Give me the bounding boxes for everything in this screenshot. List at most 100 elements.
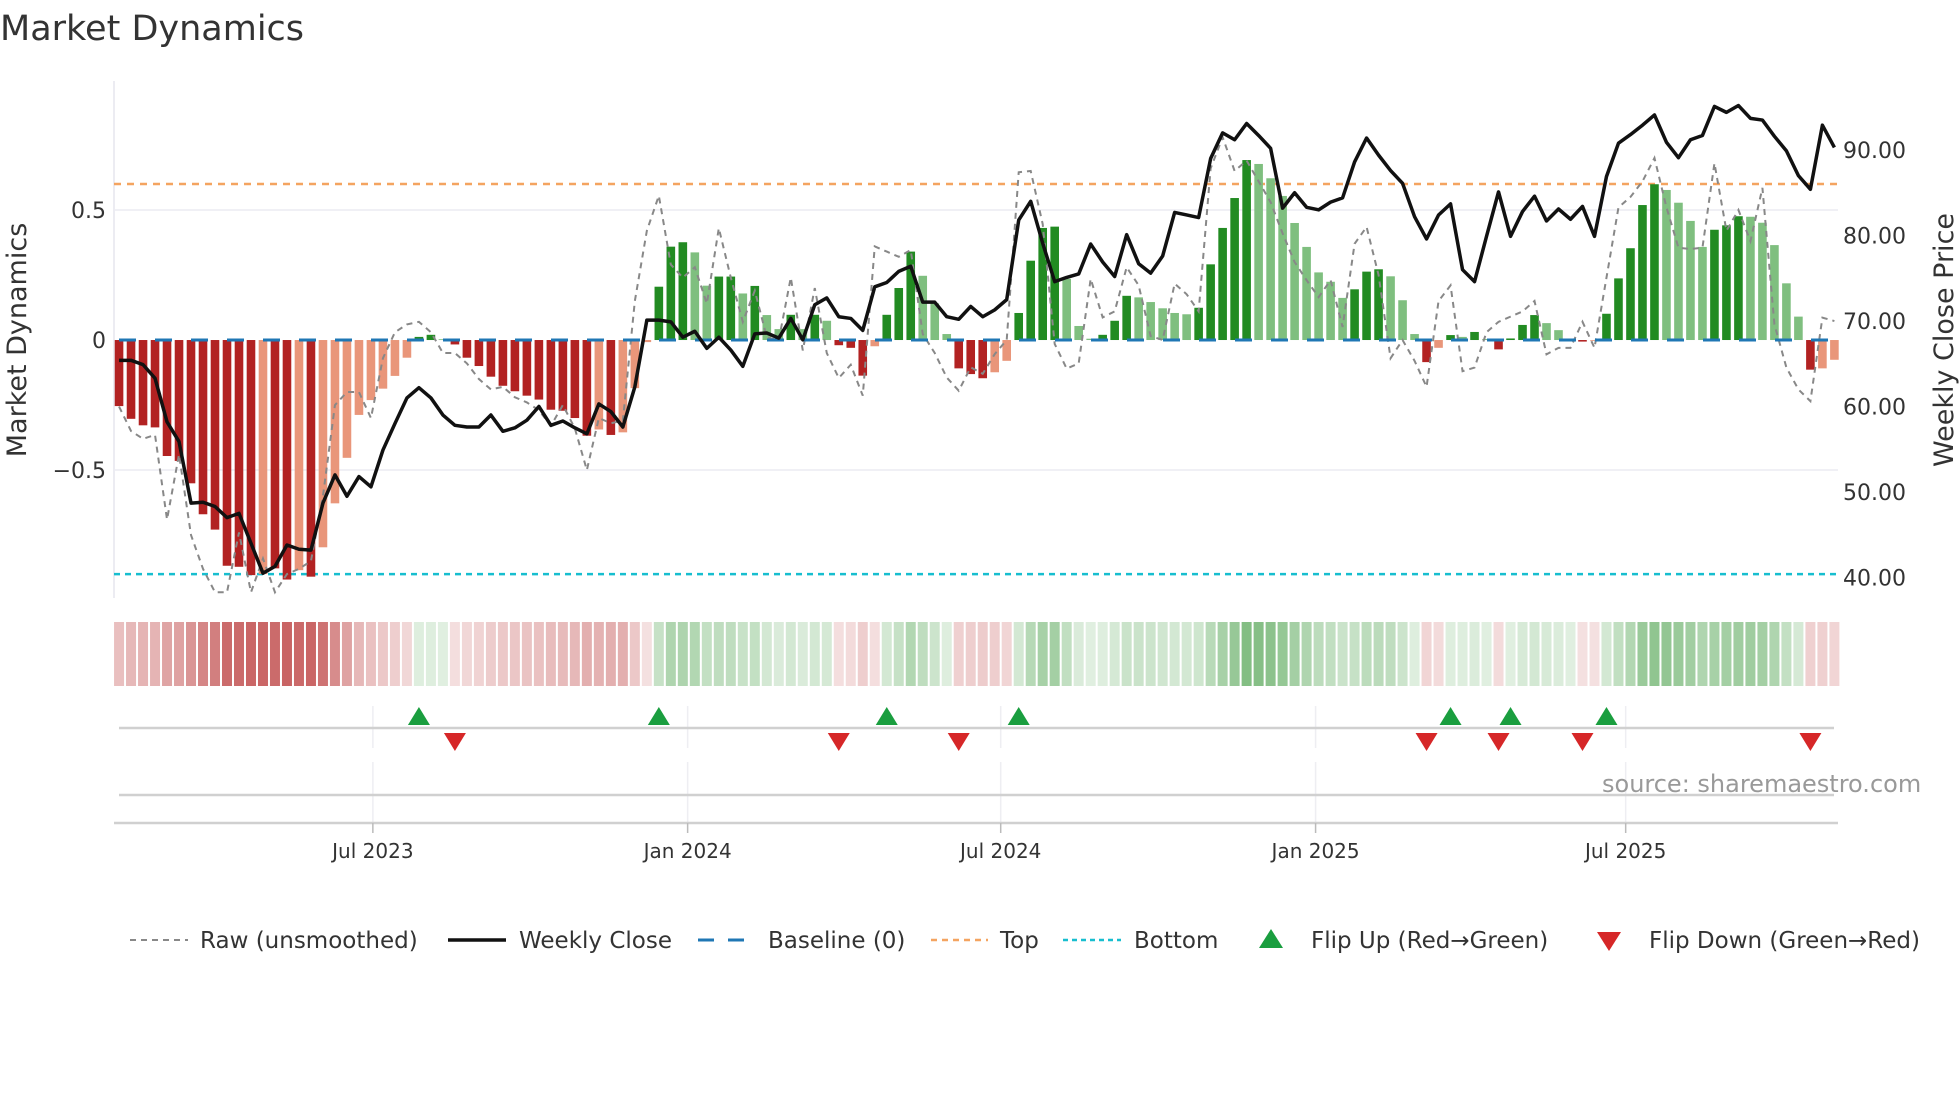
strip-cell [389, 622, 400, 686]
flip-down-marker [443, 733, 466, 751]
strip-cell [605, 622, 616, 686]
strip-cell [377, 622, 388, 686]
strip-cell [1589, 622, 1600, 686]
strip-cell [593, 622, 604, 686]
strip-cell [1289, 622, 1300, 686]
flip-up-marker [647, 707, 670, 725]
legend-item-close: Weekly Close [448, 928, 672, 954]
strip-cell [186, 622, 197, 686]
strip-cell [329, 622, 340, 686]
strip-cell [233, 622, 244, 686]
strip-cell [1817, 622, 1828, 686]
strip-cell [1661, 622, 1672, 686]
legend-label: Weekly Close [519, 928, 672, 954]
raw-series-line [118, 134, 1835, 597]
flip-down-marker [1799, 733, 1822, 751]
bar [1350, 289, 1359, 341]
strip-cell [557, 622, 568, 686]
bar [1314, 272, 1323, 341]
flip-up-marker [1499, 707, 1522, 725]
strip-cell [1577, 622, 1588, 686]
bar [522, 340, 532, 396]
strip-cell [1313, 622, 1324, 686]
strip-cell [1697, 622, 1708, 686]
strip-cell [737, 622, 748, 686]
strip-cell [1373, 622, 1384, 686]
x-tick-label: Jul 2025 [1583, 839, 1666, 863]
strip-cell [221, 622, 232, 686]
strip-cell [833, 622, 844, 686]
bar [930, 303, 940, 341]
strip-cell [569, 622, 580, 686]
bar [1578, 340, 1587, 342]
strip-cell [245, 622, 256, 686]
flip-down-marker [1487, 733, 1510, 751]
strip-cell [1541, 622, 1552, 686]
series-lines [118, 103, 1836, 597]
bar [1434, 340, 1443, 348]
strip-cell [1745, 622, 1756, 686]
bar [378, 340, 388, 389]
bar [1710, 229, 1719, 341]
legend-label: Top [999, 928, 1039, 954]
strip-cell [1529, 622, 1540, 686]
flip-down-marker [827, 733, 850, 751]
strip-cell [317, 622, 328, 686]
legend-label: Flip Down (Green→Red) [1649, 928, 1920, 954]
bar [990, 340, 1000, 373]
strip-cell [617, 622, 628, 686]
strip-cell [473, 622, 484, 686]
strip-cell [1253, 622, 1264, 686]
strip-cell [1457, 622, 1468, 686]
flip-up-marker [875, 707, 898, 725]
y-ticks-left: 0.5 0 −0.5 [53, 199, 106, 484]
strip-cell [545, 622, 556, 686]
strip-cell [1649, 622, 1660, 686]
strip-cell [281, 622, 292, 686]
strip-cell [1301, 622, 1312, 686]
strip-cell [497, 622, 508, 686]
strip-cell [1145, 622, 1156, 686]
strip-cell [1481, 622, 1492, 686]
bar [534, 340, 544, 400]
triangle-down-icon [1597, 932, 1621, 951]
y-ticks-right: 90.00 80.00 70.00 60.00 50.00 40.00 [1843, 139, 1906, 591]
strip-cell [809, 622, 820, 686]
bar [1686, 220, 1695, 341]
strip-cell [1757, 622, 1768, 686]
strip-cell [725, 622, 736, 686]
bar [714, 276, 724, 341]
bar [1026, 260, 1035, 341]
legend-item-up: Flip Up (Red→Green) [1259, 928, 1548, 954]
strip-cell [1361, 622, 1372, 686]
strip-cell [1505, 622, 1516, 686]
bar [1110, 320, 1119, 341]
bar [138, 340, 148, 426]
strip-cell [1409, 622, 1420, 686]
bar [1518, 324, 1527, 341]
bar [606, 340, 616, 435]
strip-cell [1265, 622, 1276, 686]
bar [678, 242, 688, 341]
flip-down-marker [1415, 733, 1438, 751]
strip-cell [1793, 622, 1804, 686]
bar [1362, 271, 1371, 341]
y-tick-label: 0 [92, 329, 106, 354]
strip-cell [965, 622, 976, 686]
bar [1794, 316, 1803, 341]
bar [546, 340, 556, 410]
strip-cell [989, 622, 1000, 686]
bar [1002, 340, 1012, 361]
bar [1398, 300, 1407, 341]
strip-cell [461, 622, 472, 686]
bar [114, 340, 124, 407]
bar [162, 340, 172, 457]
strip-cell [797, 622, 808, 686]
market-dynamics-chart: Market Dynamics Market Dynamics Weekly C… [0, 9, 1960, 954]
bar [1830, 340, 1839, 360]
strip-cell [533, 622, 544, 686]
strip-cell [1781, 622, 1792, 686]
strip-cell [1421, 622, 1432, 686]
y-tick-label: −0.5 [53, 459, 106, 484]
strip-cell [1205, 622, 1216, 686]
